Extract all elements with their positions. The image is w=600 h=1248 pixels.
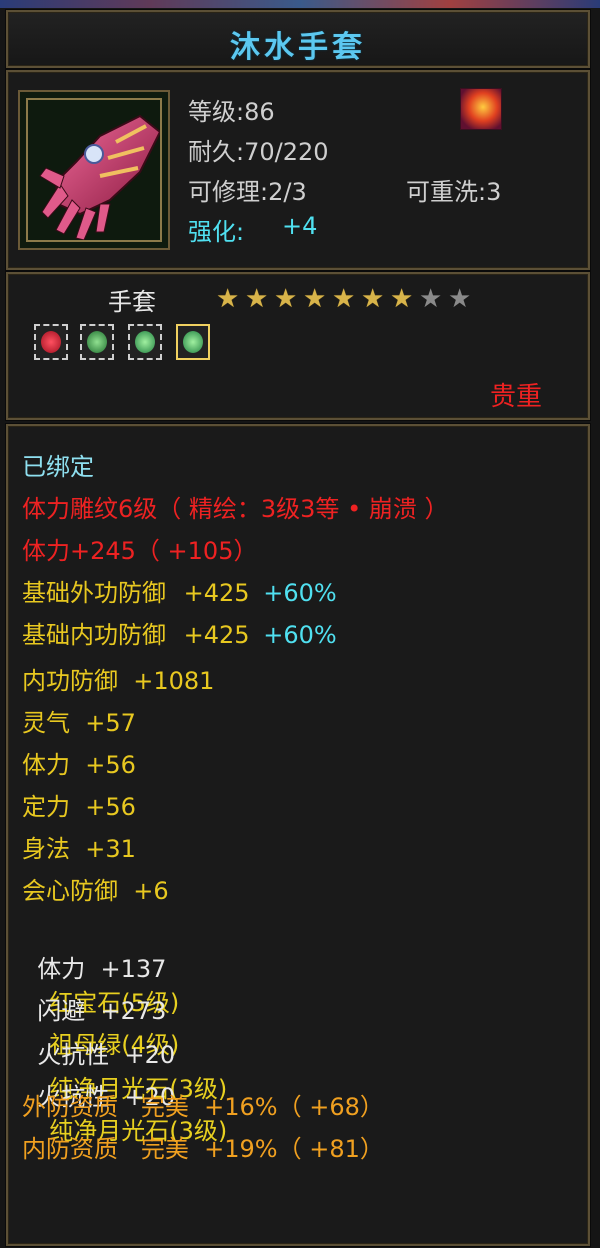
enhance-label: 强化: <box>188 218 245 246</box>
star-empty-icon: ★ <box>448 284 472 314</box>
green-gem-icon <box>135 331 155 353</box>
red-gem-icon <box>41 331 61 353</box>
rewash-text: 可重洗:3 <box>406 178 502 206</box>
item-name: 沐水手套 <box>230 30 366 65</box>
agility-line: 身法 +31 <box>22 835 136 863</box>
crit-def-line: 会心防御 +6 <box>22 877 169 905</box>
repair-text: 可修理:2/3 <box>188 178 307 206</box>
star-filled-icon: ★ <box>390 284 414 314</box>
base-ext-def-line: 基础外功防御 +425 +60% <box>22 576 337 610</box>
base-int-def-label: 基础内功防御 <box>22 621 166 649</box>
ext-quality-line: 外防资质 完美 +16%（ +68） <box>22 1093 384 1121</box>
fire-attribute-icon[interactable] <box>460 88 502 130</box>
rarity-label: 贵重 <box>490 382 543 412</box>
int-quality-line: 内防资质 完美 +19%（ +81） <box>22 1135 384 1163</box>
star-filled-icon: ★ <box>361 284 385 314</box>
gem-2-line: 闪避 +273 祖母绿(4级) <box>22 960 179 1059</box>
stamina-line: 体力 +56 <box>22 751 136 779</box>
star-filled-icon: ★ <box>216 284 240 314</box>
enhance-value: +4 <box>282 212 318 240</box>
gem-slot-4[interactable] <box>176 324 210 360</box>
bound-status: 已绑定 <box>22 453 94 481</box>
base-ext-def-label: 基础外功防御 <box>22 579 166 607</box>
base-ext-def-pct: +60% <box>263 579 337 607</box>
green-gem-icon <box>183 331 203 353</box>
gem-slot-3[interactable] <box>128 324 162 360</box>
gem-slot-1[interactable] <box>34 324 68 360</box>
star-filled-icon: ★ <box>303 284 327 314</box>
item-portrait[interactable] <box>18 90 170 250</box>
int-def-line: 内功防御 +1081 <box>22 667 215 695</box>
level-text: 等级:86 <box>188 98 275 126</box>
star-filled-icon: ★ <box>245 284 269 314</box>
gem-slot-2[interactable] <box>80 324 114 360</box>
item-type: 手套 <box>108 288 156 316</box>
glove-icon <box>39 114 162 241</box>
base-ext-def-value: +425 <box>183 579 250 607</box>
base-int-def-pct: +60% <box>263 621 337 649</box>
spirit-line: 灵气 +57 <box>22 709 136 737</box>
star-filled-icon: ★ <box>332 284 356 314</box>
star-filled-icon: ★ <box>274 284 298 314</box>
base-int-def-line: 基础内功防御 +425 +60% <box>22 618 337 652</box>
title-bar: 沐水手套 <box>6 10 590 68</box>
gem-1-line: 体力 +137 红宝石(5级) <box>22 918 179 1017</box>
green-gem-icon <box>87 331 107 353</box>
top-ornament <box>0 0 600 8</box>
star-empty-icon: ★ <box>419 284 443 314</box>
stamina-bonus-line: 体力+245（ +105） <box>22 537 258 565</box>
gem-4-line: 火抗性 +20 纯净月光石(3级) <box>22 1046 227 1145</box>
engrave-line: 体力雕纹6级（ 精绘：3级3等 • 崩溃 ） <box>22 495 449 523</box>
gem-3-line: 火抗性 +20 纯净月光石(3级) <box>22 1004 227 1103</box>
base-int-def-value: +425 <box>183 621 250 649</box>
focus-line: 定力 +56 <box>22 793 136 821</box>
durability-text: 耐久:70/220 <box>188 138 329 166</box>
